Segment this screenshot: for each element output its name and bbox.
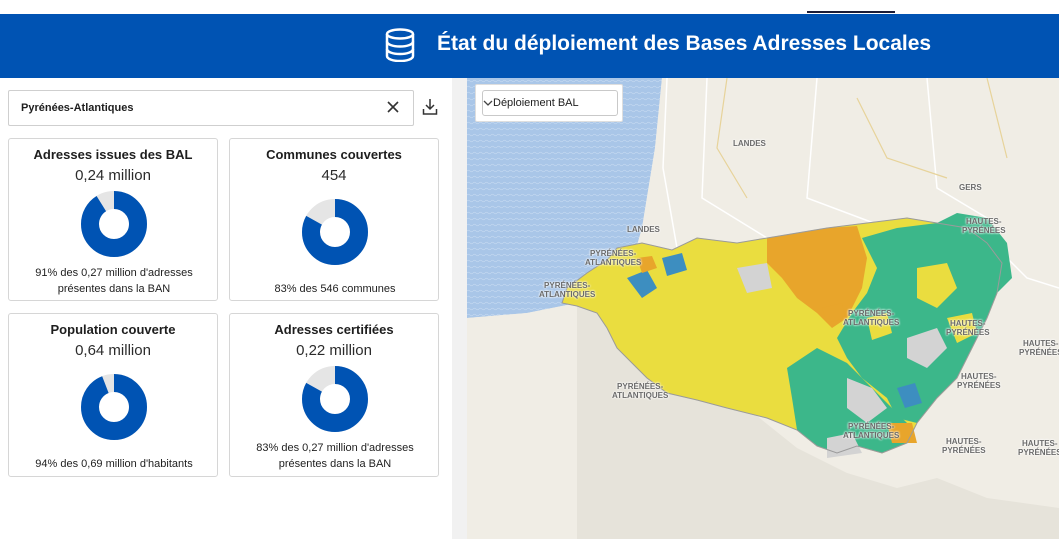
page-title: État du déploiement des Bases Adresses L… [437,32,932,55]
map-label: HAUTES- PYRÉNÉES [1018,439,1059,457]
map-label: HAUTES- PYRÉNÉES [946,319,990,337]
map-label: LANDES [627,225,660,234]
map-label: GERS [959,183,982,192]
map-label: PYRÉNÉES- ATLANTIQUES [843,309,900,327]
panel-scrollbar[interactable] [452,78,467,539]
card-title: Population couverte [50,322,176,337]
database-icon [385,28,415,62]
card-note: 91% des 0,27 million d'adresses présente… [35,267,193,295]
map-label: HAUTES- PYRÉNÉES [957,372,1001,390]
card-note: 83% des 0,27 million d'adresses présente… [256,442,414,470]
card-value: 0,64 million [75,342,151,359]
donut-filled [81,374,147,440]
stat-card-adresses-bal: Adresses issues des BAL 0,24 million 91%… [8,138,218,301]
stats-panel: Pyrénées-Atlantiques Adresses issues des… [0,78,452,539]
top-strip [0,0,1059,14]
map-label: HAUTES- PYRÉNÉES [942,437,986,455]
donut-chart [81,191,147,257]
map-label: PYRÉNÉES- ATLANTIQUES [585,249,642,267]
search-input[interactable]: Pyrénées-Atlantiques [8,90,414,126]
map-label: PYRÉNÉES- ATLANTIQUES [612,382,669,400]
map-label: PYRÉNÉES- ATLANTIQUES [843,422,900,440]
card-value: 0,24 million [75,167,151,184]
map-label: HAUTES- PYRÉNÉES [1019,339,1059,357]
card-value: 454 [321,167,347,184]
top-tab-indicator [807,11,895,13]
map-label: LANDES [733,139,766,148]
card-title: Adresses certifiées [274,322,394,337]
layer-select-field[interactable]: Déploiement BAL [482,90,618,116]
card-note: 83% des 546 communes [274,283,396,295]
download-icon[interactable] [422,98,438,116]
card-note: 94% des 0,69 million d'habitants [35,458,193,470]
chevron-down-icon [483,100,493,106]
card-title: Adresses issues des BAL [33,147,193,162]
map-label: PYRÉNÉES- ATLANTIQUES [539,281,596,299]
stat-card-certifiees: Adresses certifiées 0,22 million 83% des… [229,313,439,477]
map-view[interactable]: Déploiement BAL LANDES LANDES GERS HAUTE… [467,78,1059,539]
close-icon[interactable] [385,99,401,115]
donut-filled [81,191,147,257]
map-label: HAUTES- PYRÉNÉES [962,217,1006,235]
layer-select[interactable]: Déploiement BAL [475,84,623,122]
app-header: État du déploiement des Bases Adresses L… [0,14,1059,78]
donut-chart [302,366,368,432]
layer-select-value: Déploiement BAL [493,97,579,109]
donut-chart [302,199,368,265]
card-value: 0,22 million [296,342,372,359]
donut-chart [81,374,147,440]
stat-card-population: Population couverte 0,64 million 94% des… [8,313,218,477]
stat-card-communes: Communes couvertes 454 83% des 546 commu… [229,138,439,301]
search-value: Pyrénées-Atlantiques [21,102,134,114]
card-title: Communes couvertes [266,147,402,162]
